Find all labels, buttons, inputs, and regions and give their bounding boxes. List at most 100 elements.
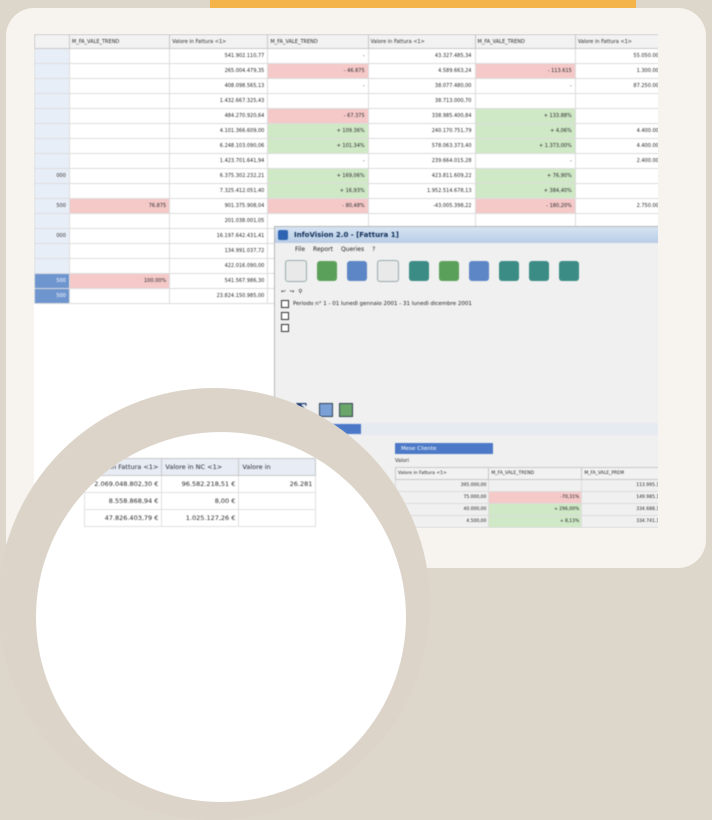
table-cell[interactable] (68, 153, 171, 169)
column-header[interactable]: Valore in (238, 458, 317, 476)
table-cell[interactable]: + 296,00% (488, 503, 583, 516)
table-cell[interactable] (68, 123, 171, 139)
table-cell[interactable]: + 169,06% (267, 168, 369, 184)
table-cell[interactable]: + 109.36% (267, 123, 369, 139)
table-cell[interactable]: 4.101.366.609,00 (169, 123, 269, 139)
table-cell[interactable]: - (474, 78, 576, 94)
table-cell[interactable]: 38.077.480,00 (367, 78, 476, 94)
table-cell[interactable]: 265.004.479,35 (169, 63, 269, 79)
column-header[interactable]: M_FA_VALE_TREND (267, 34, 369, 49)
layout-icon-1[interactable] (529, 261, 549, 281)
table-cell[interactable]: 423.811.609,22 (367, 168, 476, 184)
table-cell[interactable]: 541.902.110,77 (169, 48, 269, 64)
grid-view-icon[interactable] (319, 403, 333, 417)
row-header-cell[interactable] (34, 213, 70, 229)
table-cell[interactable]: 47.826.403,79 € (83, 509, 163, 527)
table-cell[interactable]: 6.375.302.232,21 (169, 168, 269, 184)
table-cell[interactable]: - 67.375 (267, 108, 369, 124)
table-cell[interactable]: 26.281 (238, 475, 317, 493)
row-header-cell[interactable] (34, 78, 70, 94)
filter-icon[interactable] (469, 261, 489, 281)
table-cell[interactable]: 1.423.701.641,94 (169, 153, 269, 169)
table-cell[interactable]: - (267, 153, 369, 169)
row-header-cell[interactable] (34, 93, 70, 109)
column-header[interactable]: Valore in Fattura <1> (394, 467, 490, 480)
table-cell[interactable]: - (267, 48, 369, 64)
window-titlebar[interactable]: InfoVision 2.0 - [Fattura 1] (275, 227, 658, 243)
new-document-icon[interactable] (285, 260, 307, 282)
checkbox[interactable] (281, 300, 289, 308)
row-header-cell[interactable] (34, 138, 70, 154)
column-header[interactable]: Valore in NC <1> (161, 458, 240, 476)
column-header[interactable]: M_FA_VALE_TREND (474, 34, 576, 49)
table-cell[interactable] (474, 93, 576, 109)
menu-file[interactable]: File (295, 246, 305, 253)
table-cell[interactable]: 43.327.485,34 (367, 48, 476, 64)
export-icon[interactable] (409, 261, 429, 281)
table-cell[interactable]: 2.069.048.802,30 € (83, 475, 163, 493)
table-cell[interactable] (68, 258, 171, 274)
chart-view-icon[interactable] (339, 403, 353, 417)
table-cell[interactable] (68, 213, 171, 229)
table-cell[interactable] (574, 108, 658, 124)
table-cell[interactable]: -43.005.398,22 (367, 198, 476, 214)
column-header[interactable]: Valore in Fattura <1> (169, 34, 269, 49)
chart-icon[interactable] (439, 261, 459, 281)
row-header-cell[interactable] (34, 153, 70, 169)
table-cell[interactable]: 338.985.400,84 (367, 108, 476, 124)
table-cell[interactable]: 149.985.368,00 (581, 491, 658, 504)
table-cell[interactable] (488, 479, 583, 492)
table-cell[interactable] (574, 168, 658, 184)
table-cell[interactable] (68, 243, 171, 259)
table-cell[interactable]: + 1.373,00% (474, 138, 576, 154)
table-cell[interactable]: 239.664.015,28 (367, 153, 476, 169)
table-cell[interactable]: - 180,20% (474, 198, 576, 214)
table-cell[interactable]: 541.567.986,30 (169, 273, 269, 289)
table-cell[interactable]: + 16,93% (267, 183, 369, 199)
table-cell[interactable]: 55.050.005,77 (574, 48, 658, 64)
row-header-cell[interactable]: 000 (34, 168, 70, 184)
table-cell[interactable]: 1.025.127,26 € (161, 509, 240, 527)
table-cell[interactable] (68, 63, 171, 79)
row-header-cell[interactable] (34, 243, 70, 259)
table-cell[interactable] (267, 93, 369, 109)
row-header-cell[interactable]: 500 (34, 198, 70, 214)
table-cell[interactable]: - 46.875 (267, 63, 369, 79)
table-cell[interactable] (574, 93, 658, 109)
table-cell[interactable]: 134.991.037,72 (169, 243, 269, 259)
forward-arrow-icon[interactable]: ↪ (290, 289, 295, 295)
table-cell[interactable]: + 384,40% (474, 183, 576, 199)
table-cell[interactable] (68, 108, 171, 124)
open-folder-icon[interactable] (317, 261, 337, 281)
table-cell[interactable]: 75.000,00 (394, 491, 490, 504)
menu-help[interactable]: ? (372, 246, 375, 253)
table-cell[interactable]: 395.000,00 (394, 479, 490, 492)
row-header-cell[interactable] (34, 183, 70, 199)
table-cell[interactable]: - 80,48% (267, 198, 369, 214)
table-cell[interactable] (238, 509, 317, 527)
dimension-tab[interactable]: Mese Cliente (395, 443, 493, 454)
table-cell[interactable]: 201.038.001,05 (169, 213, 269, 229)
checkbox[interactable] (281, 312, 289, 320)
back-arrow-icon[interactable]: ↩ (281, 289, 286, 295)
table-cell[interactable] (474, 48, 576, 64)
view-icon[interactable] (499, 261, 519, 281)
table-cell[interactable]: + 8,13% (488, 515, 583, 528)
table-cell[interactable]: 334.741.368,00 (581, 515, 658, 528)
search-icon[interactable]: ⚲ (298, 289, 302, 295)
table-cell[interactable]: 578.063.373,40 (367, 138, 476, 154)
menu-report[interactable]: Report (313, 246, 333, 253)
row-header-cell[interactable]: 500 (34, 273, 70, 289)
table-cell[interactable]: - (267, 78, 369, 94)
table-cell[interactable]: - (474, 153, 576, 169)
table-cell[interactable]: 422.016.090,00 (169, 258, 269, 274)
table-cell[interactable]: 1.952.514.678,13 (367, 183, 476, 199)
column-header[interactable]: M_FA_VALE_PREM (581, 467, 658, 480)
table-cell[interactable]: 87.250.000,77 (574, 78, 658, 94)
column-header[interactable] (34, 34, 70, 49)
table-cell[interactable]: 408.098.565,13 (169, 78, 269, 94)
table-cell[interactable]: 113.995.368,00 (581, 479, 658, 492)
table-cell[interactable] (68, 168, 171, 184)
table-cell[interactable] (238, 492, 317, 510)
menu-queries[interactable]: Queries (341, 246, 364, 253)
